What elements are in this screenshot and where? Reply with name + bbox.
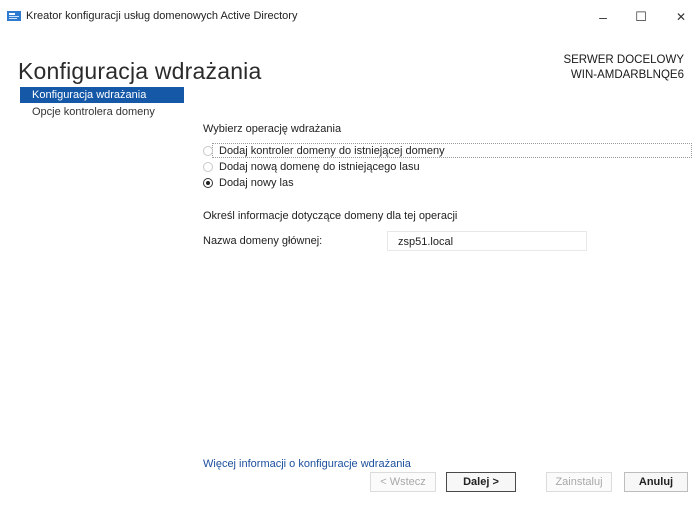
domain-info-heading: Określ informacje dotyczące domeny dla t… (203, 210, 458, 222)
next-button[interactable]: Dalej > (446, 472, 516, 492)
maximize-button[interactable]: ☐ (626, 6, 656, 28)
nav-item-deployment-configuration[interactable]: Konfiguracja wdrażania (20, 87, 184, 103)
wizard-steps-nav: Konfiguracja wdrażania Opcje kontrolera … (20, 87, 184, 121)
main-content: Wybierz operację wdrażania Dodaj kontrol… (203, 122, 693, 255)
radio-add-new-forest[interactable]: Dodaj nowy las (203, 175, 693, 191)
radio-label: Dodaj nową domenę do istniejącego lasu (219, 161, 420, 173)
radio-button-icon[interactable] (203, 146, 213, 156)
more-info-link[interactable]: Więcej informacji o konfiguracje wdrażan… (203, 458, 411, 470)
install-button[interactable]: Zainstaluj (546, 472, 612, 492)
radio-label: Dodaj nowy las (219, 177, 294, 189)
window-title: Kreator konfiguracji usług domenowych Ac… (26, 10, 298, 22)
target-server-block: SERWER DOCELOWY WIN-AMDARBLNQE6 (563, 53, 684, 83)
focus-rectangle (212, 143, 692, 158)
radio-button-icon[interactable] (203, 162, 213, 172)
target-server-label: SERWER DOCELOWY (563, 54, 684, 66)
radio-button-selected-icon[interactable] (203, 178, 213, 188)
target-server-name: WIN-AMDARBLNQE6 (570, 69, 684, 81)
minimize-button[interactable]: – (588, 6, 618, 28)
operation-heading: Wybierz operację wdrażania (203, 123, 342, 135)
back-button[interactable]: < Wstecz (370, 472, 436, 492)
radio-add-dc-existing-domain[interactable]: Dodaj kontroler domeny do istniejącej do… (203, 143, 693, 159)
root-domain-row: Nazwa domeny głównej: zsp51.local (203, 231, 693, 255)
root-domain-input[interactable]: zsp51.local (387, 231, 587, 251)
radio-add-domain-existing-forest[interactable]: Dodaj nową domenę do istniejącego lasu (203, 159, 693, 175)
page-title: Konfiguracja wdrażania (18, 58, 262, 84)
server-manager-icon (7, 11, 21, 21)
title-bar: Kreator konfiguracji usług domenowych Ac… (0, 0, 700, 34)
nav-item-domain-controller-options[interactable]: Opcje kontrolera domeny (20, 104, 184, 120)
root-domain-label: Nazwa domeny głównej: (203, 235, 323, 247)
close-button[interactable]: ✕ (666, 6, 696, 28)
cancel-button[interactable]: Anuluj (624, 472, 688, 492)
